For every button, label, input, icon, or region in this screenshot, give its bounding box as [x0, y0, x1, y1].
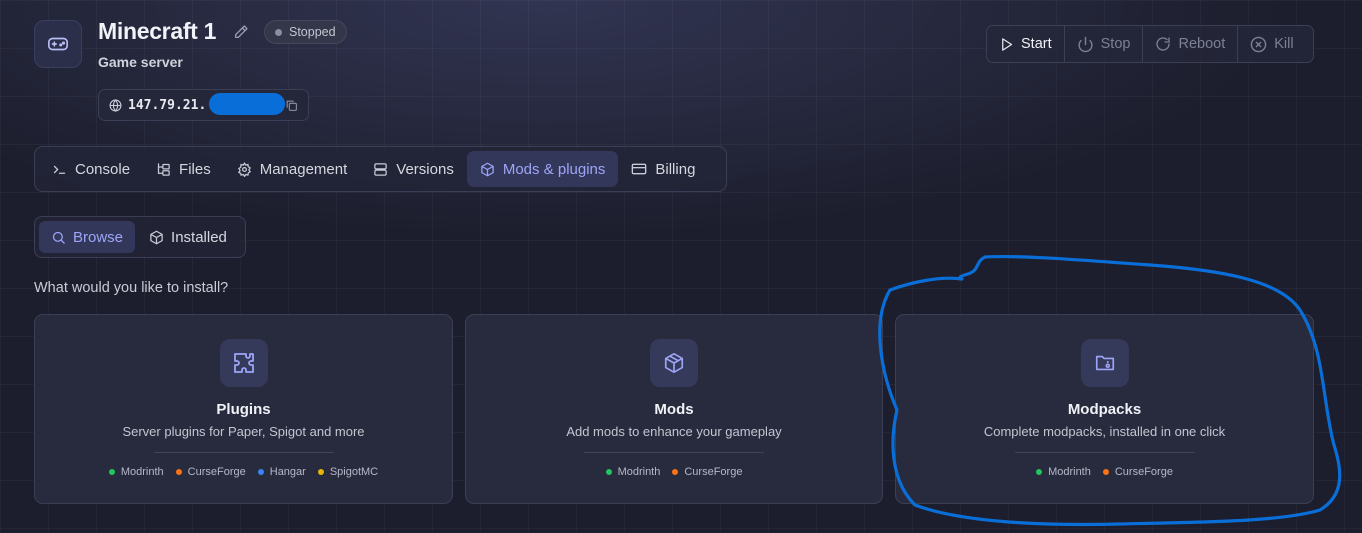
- start-label: Start: [1021, 36, 1052, 52]
- source-dot: [175, 469, 182, 475]
- subtab-label: Installed: [171, 228, 227, 246]
- box-icon: [650, 339, 698, 387]
- terminal-icon: [53, 165, 66, 174]
- tab-management[interactable]: Management: [224, 151, 361, 187]
- server-type: Game server: [98, 54, 183, 70]
- kill-label: Kill: [1274, 36, 1294, 52]
- main-tabs: Console Files Management Versions Mods &…: [34, 146, 727, 192]
- tab-console[interactable]: Console: [39, 151, 143, 187]
- source-name: Modrinth: [120, 466, 164, 478]
- card-description: Server plugins for Paper, Spigot and mor…: [122, 424, 365, 439]
- puzzle-icon: [219, 339, 268, 387]
- source-name: CurseForge: [187, 466, 246, 478]
- refresh-icon: [1156, 37, 1171, 51]
- source-modrinth: Modrinth: [605, 466, 661, 478]
- card-divider: [1014, 452, 1195, 453]
- install-prompt: What would you like to install?: [34, 280, 229, 296]
- tab-label: Management: [259, 160, 348, 178]
- source-dot: [1036, 469, 1043, 475]
- search-icon: [52, 231, 65, 244]
- stop-button[interactable]: Stop: [1065, 26, 1144, 62]
- subtab-label: Browse: [73, 228, 124, 246]
- tab-label: Files: [179, 160, 211, 178]
- source-curseforge: CurseForge: [175, 466, 246, 478]
- source-name: Modrinth: [1048, 466, 1091, 478]
- credit-card-icon: [632, 163, 647, 175]
- tab-label: Mods & plugins: [502, 160, 606, 178]
- server-address[interactable]: 147.79.21.: [98, 89, 309, 121]
- source-dot: [257, 469, 264, 475]
- subtab-browse[interactable]: Browse: [39, 221, 136, 253]
- server-name: Minecraft 1: [98, 18, 217, 44]
- source-name: CurseForge: [684, 466, 743, 478]
- browse-installed-toggle: Browse Installed: [34, 216, 246, 258]
- tab-label: Billing: [655, 160, 696, 178]
- tab-files[interactable]: Files: [143, 151, 224, 187]
- gamepad-icon: [34, 20, 82, 68]
- gear-icon: [237, 161, 251, 177]
- source-dot: [317, 469, 324, 475]
- tab-versions[interactable]: Versions: [360, 151, 467, 187]
- pencil-icon[interactable]: [233, 24, 249, 40]
- status-text: Stopped: [289, 25, 336, 39]
- source-spigotmc: SpigotMC: [317, 466, 379, 478]
- source-list: Modrinth CurseForge Hangar SpigotMC: [35, 466, 452, 478]
- card-divider: [584, 452, 764, 453]
- source-modrinth: Modrinth: [108, 466, 164, 478]
- power-controls: Start Stop Reboot Kill: [986, 25, 1314, 63]
- redaction-mark: [209, 93, 285, 115]
- package-icon: [150, 230, 163, 244]
- package-icon: [481, 162, 494, 176]
- source-name: SpigotMC: [329, 466, 379, 478]
- reboot-button[interactable]: Reboot: [1143, 26, 1239, 62]
- tab-label: Console: [75, 160, 131, 178]
- kill-button[interactable]: Kill: [1238, 26, 1305, 62]
- card-divider: [153, 452, 334, 453]
- source-dot: [605, 469, 612, 475]
- status-dot: [275, 28, 282, 36]
- reboot-label: Reboot: [1178, 36, 1226, 52]
- source-hangar: Hangar: [257, 466, 306, 478]
- card-description: Complete modpacks, installed in one clic…: [983, 424, 1226, 439]
- source-dot: [1102, 469, 1109, 475]
- source-dot: [672, 469, 679, 475]
- server-stack-icon: [374, 162, 388, 176]
- card-description: Add mods to enhance your gameplay: [566, 424, 782, 439]
- folder-archive-icon: [1080, 339, 1129, 387]
- copy-icon[interactable]: [285, 99, 298, 112]
- folder-tree-icon: [157, 162, 170, 176]
- source-name: Hangar: [269, 466, 306, 478]
- status-badge: Stopped: [264, 20, 347, 44]
- play-icon: [1002, 37, 1013, 51]
- source-modrinth: Modrinth: [1036, 466, 1091, 478]
- card-title: Mods: [654, 401, 694, 418]
- power-icon: [1078, 36, 1093, 52]
- tab-label: Versions: [396, 160, 454, 178]
- source-curseforge: CurseForge: [1102, 466, 1173, 478]
- card-modpacks[interactable]: Modpacks Complete modpacks, installed in…: [895, 314, 1314, 504]
- globe-icon: [109, 98, 122, 112]
- subtab-installed[interactable]: Installed: [137, 221, 239, 253]
- source-curseforge: CurseForge: [672, 466, 742, 478]
- source-name: CurseForge: [1114, 466, 1173, 478]
- card-title: Modpacks: [1067, 401, 1142, 418]
- card-plugins[interactable]: Plugins Server plugins for Paper, Spigot…: [34, 314, 453, 504]
- address-text: 147.79.21.: [128, 97, 207, 113]
- card-mods[interactable]: Mods Add mods to enhance your gameplay M…: [465, 314, 883, 504]
- source-name: Modrinth: [617, 466, 661, 478]
- stop-label: Stop: [1100, 36, 1131, 52]
- x-circle-icon: [1250, 36, 1267, 52]
- tab-billing[interactable]: Billing: [618, 151, 708, 187]
- start-button[interactable]: Start: [987, 26, 1065, 62]
- source-dot: [108, 469, 115, 475]
- source-list: Modrinth CurseForge: [896, 466, 1313, 478]
- card-title: Plugins: [216, 401, 271, 418]
- source-list: Modrinth CurseForge: [466, 466, 882, 478]
- tab-mods-plugins[interactable]: Mods & plugins: [466, 151, 619, 187]
